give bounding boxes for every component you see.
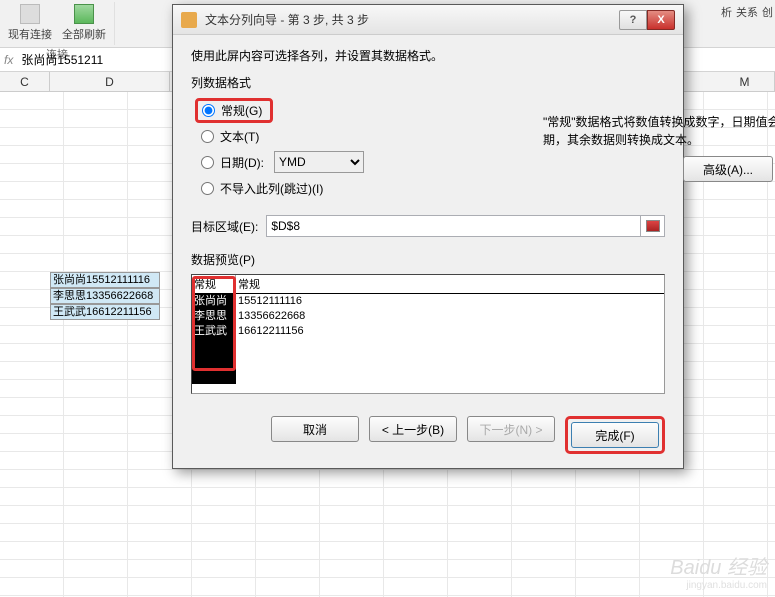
fx-icon[interactable]: fx: [4, 53, 13, 67]
wizard-icon: [181, 12, 197, 28]
preview-header-1[interactable]: 常规: [192, 275, 236, 293]
col-header-c[interactable]: C: [0, 72, 50, 91]
dialog-titlebar[interactable]: 文本分列向导 - 第 3 步, 共 3 步 ? X: [173, 5, 683, 35]
preview-row: 李思思 13356622668: [192, 309, 664, 324]
ribbon-group-connections: 现有连接 全部刷新 连接: [0, 2, 115, 45]
advanced-button[interactable]: 高级(A)...: [683, 156, 773, 182]
refresh-all-button[interactable]: 全部刷新: [60, 2, 108, 44]
text-to-columns-wizard-dialog: 文本分列向导 - 第 3 步, 共 3 步 ? X 使用此屏内容可选择各列，并设…: [172, 4, 684, 469]
column-format-label: 列数据格式: [191, 74, 665, 91]
dialog-body: 使用此屏内容可选择各列，并设置其数据格式。 列数据格式 常规(G) 文本(T) …: [173, 35, 683, 406]
col-header-d[interactable]: D: [50, 72, 170, 91]
refresh-all-label: 全部刷新: [62, 26, 106, 42]
preview-cell[interactable]: 15512111116: [236, 294, 664, 309]
preview-cell[interactable]: 16612211156: [236, 324, 664, 339]
format-description: "常规"数据格式将数值转换成数字，日期值会转换成日期，其余数据则转换成文本。: [543, 113, 775, 149]
ribbon-right-1[interactable]: 析: [719, 2, 734, 45]
preview-selected-fill: [192, 339, 236, 384]
selected-data: 张尚尚15512111116 李思思13356622668 王武武1661221…: [50, 272, 160, 320]
radio-general[interactable]: [202, 104, 215, 117]
radio-skip[interactable]: [201, 182, 214, 195]
preview-header: 常规 常规: [192, 275, 664, 294]
preview-rows: 张尚尚 15512111116 李思思 13356622668 王武武 1661…: [192, 294, 664, 384]
preview-row: 王武武 16612211156: [192, 324, 664, 339]
close-button[interactable]: X: [647, 10, 675, 30]
col-header-m[interactable]: M: [715, 72, 775, 91]
existing-connections-label: 现有连接: [8, 26, 52, 42]
ribbon-right: 析 关系 创: [719, 2, 775, 45]
existing-connections-button[interactable]: 现有连接: [6, 2, 54, 44]
preview-label: 数据预览(P): [191, 251, 665, 268]
preview-header-2[interactable]: 常规: [236, 275, 664, 293]
titlebar-buttons: ? X: [619, 10, 675, 30]
cell-d8[interactable]: 张尚尚15512111116: [50, 272, 160, 288]
radio-date[interactable]: [201, 156, 214, 169]
finish-button-highlight: 完成(F): [565, 416, 665, 454]
data-preview[interactable]: 常规 常规 张尚尚 15512111116 李思思 13356622668 王武…: [191, 274, 665, 394]
document-icon: [20, 4, 40, 24]
range-picker-button[interactable]: [641, 215, 665, 237]
finish-button[interactable]: 完成(F): [571, 422, 659, 448]
radio-date-label[interactable]: 日期(D):: [220, 154, 264, 171]
preview-cell[interactable]: 王武武: [192, 324, 236, 339]
radio-skip-label[interactable]: 不导入此列(跳过)(I): [220, 180, 323, 197]
ribbon-right-3[interactable]: 创: [760, 2, 775, 45]
date-format-select[interactable]: YMD: [274, 151, 364, 173]
target-label: 目标区域(E):: [191, 218, 258, 235]
preview-cell[interactable]: 李思思: [192, 309, 236, 324]
general-radio-highlight: 常规(G): [195, 98, 273, 123]
preview-cell[interactable]: 张尚尚: [192, 294, 236, 309]
cancel-button[interactable]: 取消: [271, 416, 359, 442]
radio-text[interactable]: [201, 130, 214, 143]
preview-cell[interactable]: 13356622668: [236, 309, 664, 324]
dialog-buttons: 取消 < 上一步(B) 下一步(N) > 完成(F): [173, 406, 683, 468]
cell-d9[interactable]: 李思思13356622668: [50, 288, 160, 304]
back-button[interactable]: < 上一步(B): [369, 416, 457, 442]
preview-row: 张尚尚 15512111116: [192, 294, 664, 309]
target-row: 目标区域(E):: [191, 215, 665, 237]
refresh-icon: [74, 4, 94, 24]
range-picker-icon: [646, 220, 660, 232]
cell-d10[interactable]: 王武武16612211156: [50, 304, 160, 320]
dialog-title: 文本分列向导 - 第 3 步, 共 3 步: [205, 11, 619, 28]
ribbon-right-2[interactable]: 关系: [734, 2, 760, 45]
formula-value[interactable]: 张尚尚1551211: [21, 51, 103, 68]
next-button: 下一步(N) >: [467, 416, 555, 442]
radio-text-label[interactable]: 文本(T): [220, 128, 259, 145]
help-button[interactable]: ?: [619, 10, 647, 30]
radio-general-label[interactable]: 常规(G): [221, 102, 262, 119]
dialog-description: 使用此屏内容可选择各列，并设置其数据格式。: [191, 47, 665, 64]
target-input[interactable]: [266, 215, 641, 237]
